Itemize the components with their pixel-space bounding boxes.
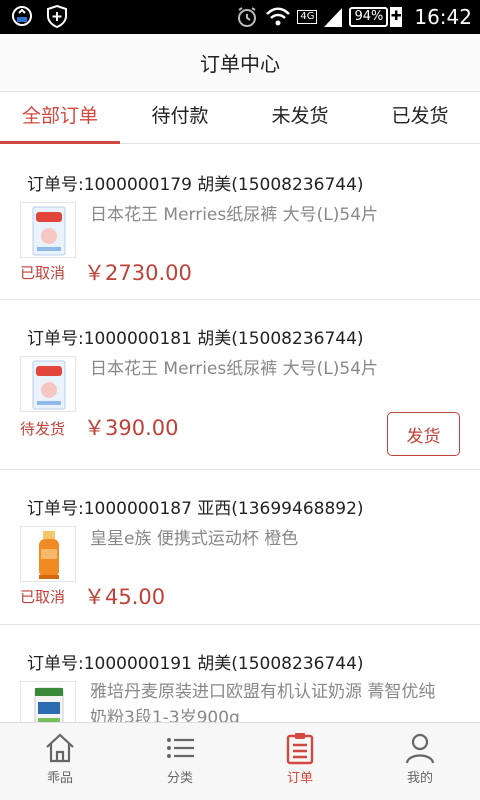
order-card[interactable]: 订单号:1000000191 胡美(15008236744) 雅培丹麦原装进口欧… — [0, 625, 480, 722]
nav-home[interactable]: 乖品 — [0, 723, 120, 800]
order-number: 订单号:1000000191 胡美(15008236744) — [27, 654, 364, 674]
tab-shipped[interactable]: 已发货 — [360, 92, 480, 143]
wifi-icon — [265, 6, 291, 28]
home-icon — [46, 733, 74, 763]
list-icon — [167, 738, 194, 758]
person-icon — [405, 733, 435, 764]
signal-icon — [323, 6, 343, 28]
nav-label: 订单 — [286, 771, 313, 786]
order-tabs: 全部订单 待付款 未发货 已发货 — [0, 92, 480, 144]
clock: 16:42 — [414, 5, 472, 29]
product-thumbnail — [20, 202, 76, 258]
network-type-label: 4G — [297, 10, 318, 24]
order-number: 订单号:1000000179 胡美(15008236744) — [27, 175, 364, 195]
nav-label: 乖品 — [46, 771, 73, 786]
tab-not-shipped[interactable]: 未发货 — [240, 92, 360, 143]
order-price: ￥390.00 — [84, 416, 179, 440]
product-name: 日本花王 Merries纸尿裤 大号(L)54片 — [90, 359, 379, 379]
bottom-nav: 乖品 分类 订单 我的 — [0, 722, 480, 800]
page-title: 订单中心 — [0, 34, 480, 92]
status-bar: 4G 94% ✚ 16:42 — [0, 0, 480, 34]
nav-label: 分类 — [166, 771, 193, 786]
nav-orders[interactable]: 订单 — [240, 723, 360, 800]
order-price: ￥2730.00 — [84, 261, 192, 285]
product-name: 日本花王 Merries纸尿裤 大号(L)54片 — [90, 205, 379, 225]
product-thumbnail — [20, 356, 76, 412]
nav-category[interactable]: 分类 — [120, 723, 240, 800]
product-thumbnail — [20, 681, 76, 722]
order-card[interactable]: 订单号:1000000187 亚西(13699468892) 皇星e族 便携式运… — [0, 470, 480, 625]
order-list[interactable]: 订单号:1000000179 胡美(15008236744) 日本花王 Merr… — [0, 146, 480, 722]
battery-level: 94% — [349, 7, 389, 27]
order-number: 订单号:1000000181 胡美(15008236744) — [27, 329, 364, 349]
charging-icon: ✚ — [390, 7, 403, 27]
order-price: ￥45.00 — [84, 585, 166, 609]
product-name: 皇星e族 便携式运动杯 橙色 — [90, 529, 299, 549]
clipboard-icon — [286, 733, 314, 765]
product-name: 雅培丹麦原装进口欧盟有机认证奶源 菁智优纯奶粉3段1-3岁900g — [90, 682, 436, 722]
tab-all-orders[interactable]: 全部订单 — [0, 92, 120, 144]
tab-pending-payment[interactable]: 待付款 — [120, 92, 240, 143]
alarm-icon — [235, 5, 259, 29]
nav-profile[interactable]: 我的 — [360, 723, 480, 800]
product-thumbnail — [20, 526, 76, 582]
order-number: 订单号:1000000187 亚西(13699468892) — [27, 499, 364, 519]
order-card[interactable]: 订单号:1000000179 胡美(15008236744) 日本花王 Merr… — [0, 146, 480, 300]
nav-label: 我的 — [406, 771, 433, 786]
order-status: 已取消 — [20, 264, 66, 282]
notification-app-icon — [10, 4, 34, 28]
shield-icon — [46, 4, 68, 28]
order-status: 已取消 — [20, 588, 66, 606]
order-card[interactable]: 订单号:1000000181 胡美(15008236744) 日本花王 Merr… — [0, 300, 480, 470]
order-status: 待发货 — [20, 420, 66, 438]
ship-button[interactable]: 发货 — [387, 412, 460, 456]
